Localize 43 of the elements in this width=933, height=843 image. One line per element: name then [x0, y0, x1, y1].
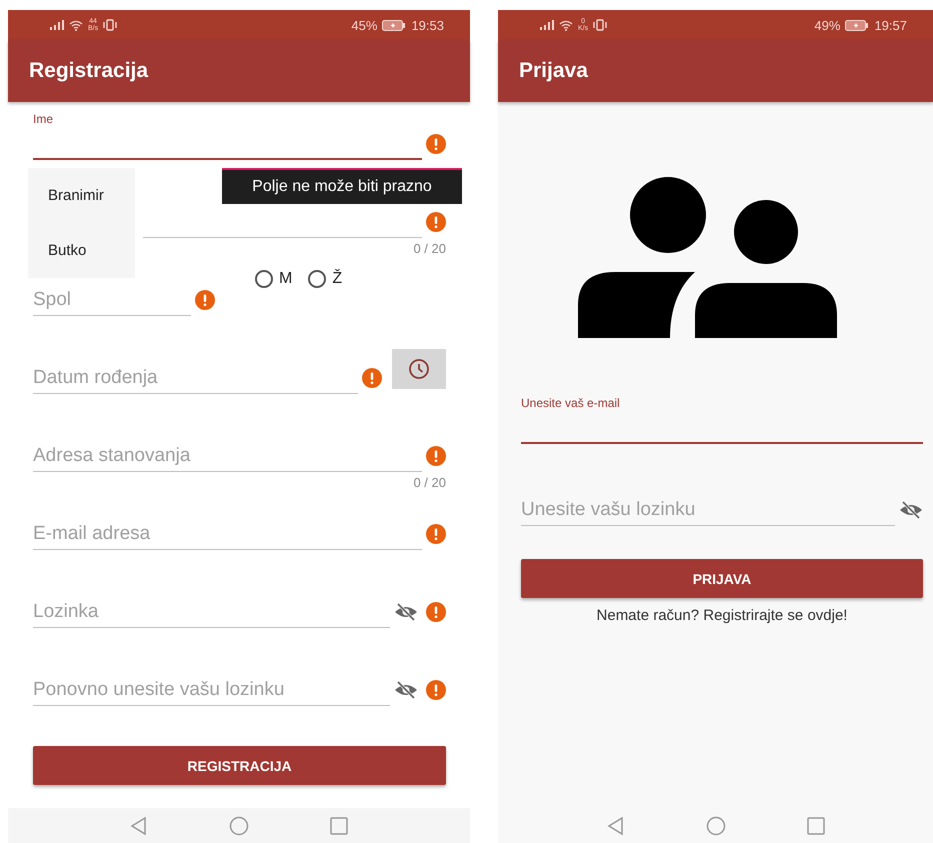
- battery-icon: [382, 20, 406, 30]
- field-label: Unesite vaš e-mail: [521, 396, 621, 412]
- wifi-icon: [69, 20, 83, 30]
- home-icon[interactable]: [706, 816, 726, 836]
- eye-off-icon[interactable]: [899, 500, 923, 520]
- back-icon[interactable]: [129, 816, 149, 836]
- vibrate-icon: [593, 19, 608, 31]
- back-icon[interactable]: [606, 816, 626, 836]
- clock-button[interactable]: [392, 349, 446, 389]
- clock-time: 19:53: [411, 18, 444, 32]
- character-counter: 0 / 20: [413, 474, 446, 490]
- field-label: Ime: [33, 112, 54, 128]
- suggestion-item[interactable]: Branimir: [28, 168, 135, 223]
- battery-icon: [845, 20, 870, 30]
- signal-icon: [540, 20, 554, 30]
- battery-percent: 45%: [351, 18, 378, 32]
- character-counter: 0 / 20: [413, 240, 446, 256]
- suggestion-item[interactable]: Butko: [28, 223, 135, 278]
- screen-title: Prijava: [519, 59, 588, 83]
- input-field[interactable]: Unesite vašu lozinku: [521, 494, 895, 526]
- radio-option[interactable]: M: [255, 270, 292, 288]
- eye-off-icon[interactable]: [394, 602, 418, 622]
- battery-percent: 49%: [814, 18, 840, 32]
- error-tooltip: Polje ne može biti prazno: [222, 168, 462, 204]
- recents-icon[interactable]: [329, 816, 349, 836]
- recents-icon[interactable]: [806, 816, 826, 836]
- home-icon[interactable]: [229, 816, 249, 836]
- eye-off-icon[interactable]: [394, 680, 418, 700]
- input-field[interactable]: Adresa stanovanja: [33, 440, 422, 472]
- screen-title: Registracija: [29, 59, 148, 83]
- input-field[interactable]: Spol: [33, 284, 191, 316]
- input-field[interactable]: Lozinka: [33, 596, 390, 628]
- input-field[interactable]: Ponovno unesite vašu lozinku: [33, 674, 390, 706]
- wifi-icon: [559, 20, 573, 30]
- login-button[interactable]: PRIJAVA: [521, 559, 923, 598]
- signal-icon: [50, 20, 64, 30]
- clock-time: 19:57: [874, 18, 907, 32]
- register-button[interactable]: REGISTRACIJA: [33, 746, 446, 785]
- clock-icon: [408, 358, 430, 380]
- input-field[interactable]: E-mail adresa: [33, 518, 422, 550]
- vibrate-icon: [103, 19, 118, 31]
- register-link[interactable]: Nemate račun? Registrirajte se ovdje!: [596, 607, 848, 624]
- input-field[interactable]: Datum rođenja: [33, 362, 358, 394]
